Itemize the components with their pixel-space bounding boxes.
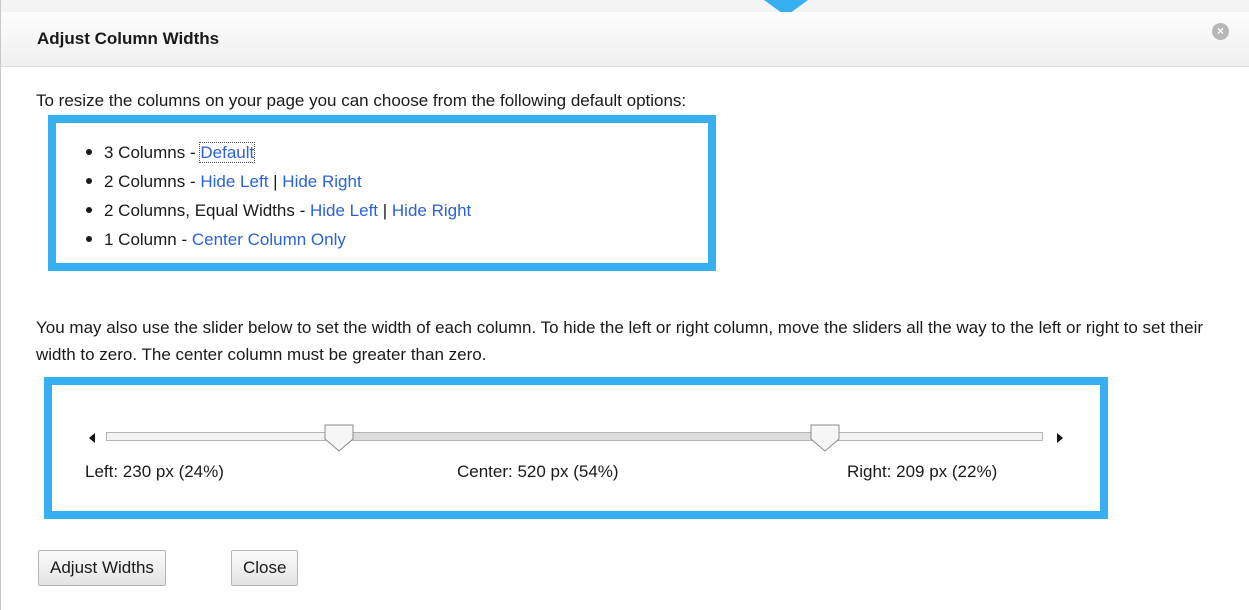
link-separator: |: [268, 172, 283, 191]
option-2-columns-equal: 2 Columns, Equal Widths - Hide Left | Hi…: [86, 201, 471, 230]
hide-left-link[interactable]: Hide Left: [200, 172, 268, 191]
option-label: 2 Columns, Equal Widths -: [104, 201, 310, 220]
right-width-label: Right: 209 px (22%): [847, 462, 998, 481]
bullet-icon: [86, 148, 92, 155]
option-2-columns: 2 Columns - Hide Left | Hide Right: [86, 172, 471, 201]
option-label: 2 Columns -: [104, 172, 201, 191]
slider-center-range: [341, 432, 827, 441]
left-width-label: Left: 230 px (24%): [85, 462, 224, 481]
intro-text: To resize the columns on your page you c…: [36, 91, 687, 110]
right-slider-handle[interactable]: [810, 424, 840, 452]
arrow-left-icon: [89, 433, 95, 443]
option-3-columns: 3 Columns - Default: [86, 142, 471, 172]
adjust-widths-button[interactable]: Adjust Widths: [38, 550, 166, 586]
hide-right-link[interactable]: Hide Right: [282, 172, 361, 191]
bullet-icon: [86, 206, 92, 213]
close-button[interactable]: Close: [231, 550, 299, 586]
link-separator: |: [378, 201, 392, 220]
option-label: 3 Columns -: [104, 143, 201, 162]
default-link[interactable]: Default: [199, 142, 256, 163]
center-column-only-link[interactable]: Center Column Only: [192, 230, 346, 249]
default-options-list: 3 Columns - Default 2 Columns - Hide Lef…: [86, 142, 471, 259]
bullet-icon: [86, 177, 92, 184]
slider-instructions: You may also use the slider below to set…: [36, 318, 1204, 364]
close-icon[interactable]: ×: [1212, 23, 1229, 40]
dialog-title: Adjust Column Widths: [37, 29, 220, 48]
adjust-column-widths-dialog: Adjust Column Widths × To resize the col…: [0, 0, 1249, 610]
bullet-icon: [86, 235, 92, 242]
center-width-label: Center: 520 px (54%): [457, 462, 619, 481]
option-1-column: 1 Column - Center Column Only: [86, 230, 471, 259]
slider-highlight-box: [44, 377, 1108, 519]
option-label: 1 Column -: [104, 230, 192, 249]
left-slider-handle[interactable]: [324, 424, 354, 452]
equal-hide-left-link[interactable]: Hide Left: [310, 201, 378, 220]
equal-hide-right-link[interactable]: Hide Right: [392, 201, 471, 220]
arrow-right-icon: [1057, 433, 1063, 443]
